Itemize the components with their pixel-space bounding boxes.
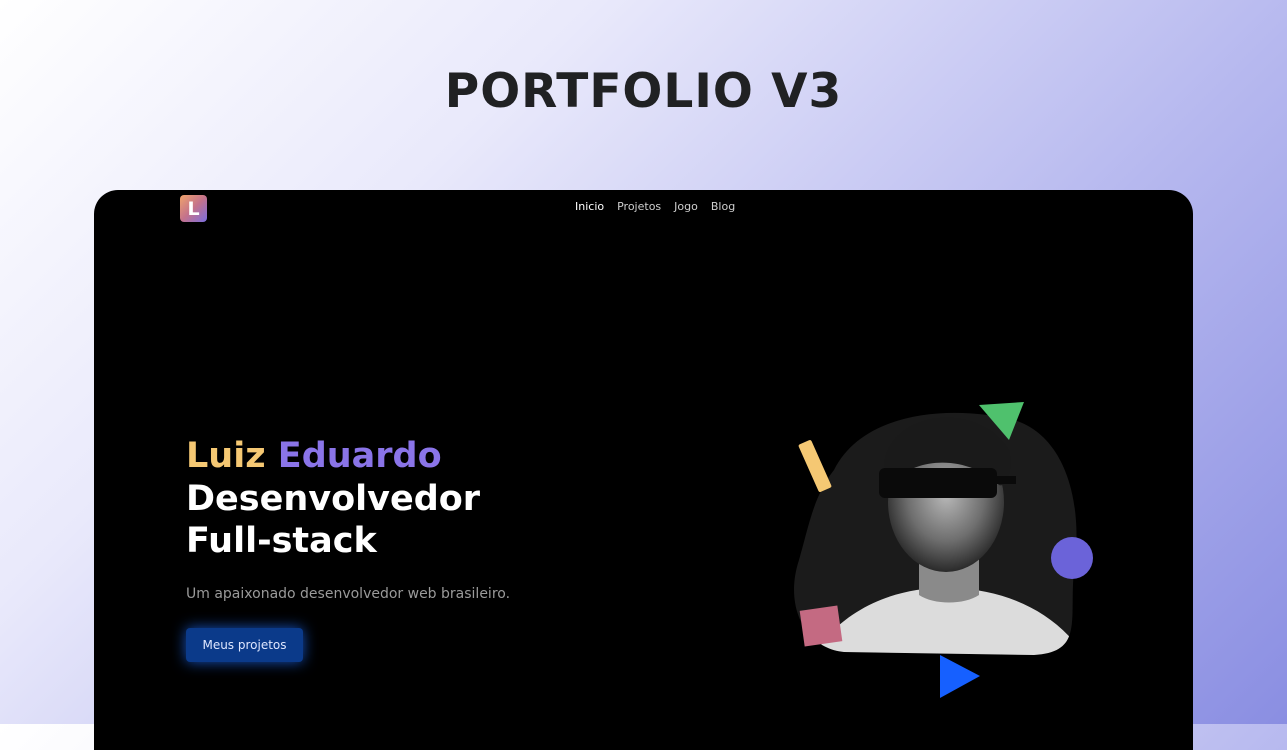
hero-illustration (794, 402, 1093, 698)
nav-item-inicio[interactable]: Inicio (575, 200, 604, 213)
hero-subtitle: Um apaixonado desenvolvedor web brasilei… (186, 586, 511, 602)
site-logo[interactable]: L (180, 195, 207, 222)
yellow-bar-shape (798, 440, 832, 492)
main-nav: Inicio Projetos Jogo Blog (575, 200, 735, 213)
nav-item-projetos[interactable]: Projetos (617, 200, 661, 213)
nav-item-jogo[interactable]: Jogo (674, 200, 698, 213)
projects-button[interactable]: Meus projetos (186, 628, 303, 662)
page-title: PORTFOLIO V3 (444, 64, 843, 119)
logo-letter: L (187, 197, 200, 220)
hero-role: Desenvolvedor Full-stack (186, 478, 480, 562)
hero-last-name: Eduardo (277, 436, 442, 476)
pink-square-shape (799, 605, 843, 647)
blue-play-shape (940, 655, 980, 698)
hero-role-line1: Desenvolvedor (186, 479, 481, 519)
hero-first-name: Luiz (186, 436, 266, 476)
nav-item-blog[interactable]: Blog (711, 200, 735, 213)
portfolio-preview: L Inicio Projetos Jogo Blog Luiz Eduardo… (94, 190, 1193, 750)
hero-role-line2: Full-stack (186, 521, 377, 561)
violet-circle-shape (1051, 537, 1093, 579)
hero-name: Luiz Eduardo (186, 436, 442, 476)
